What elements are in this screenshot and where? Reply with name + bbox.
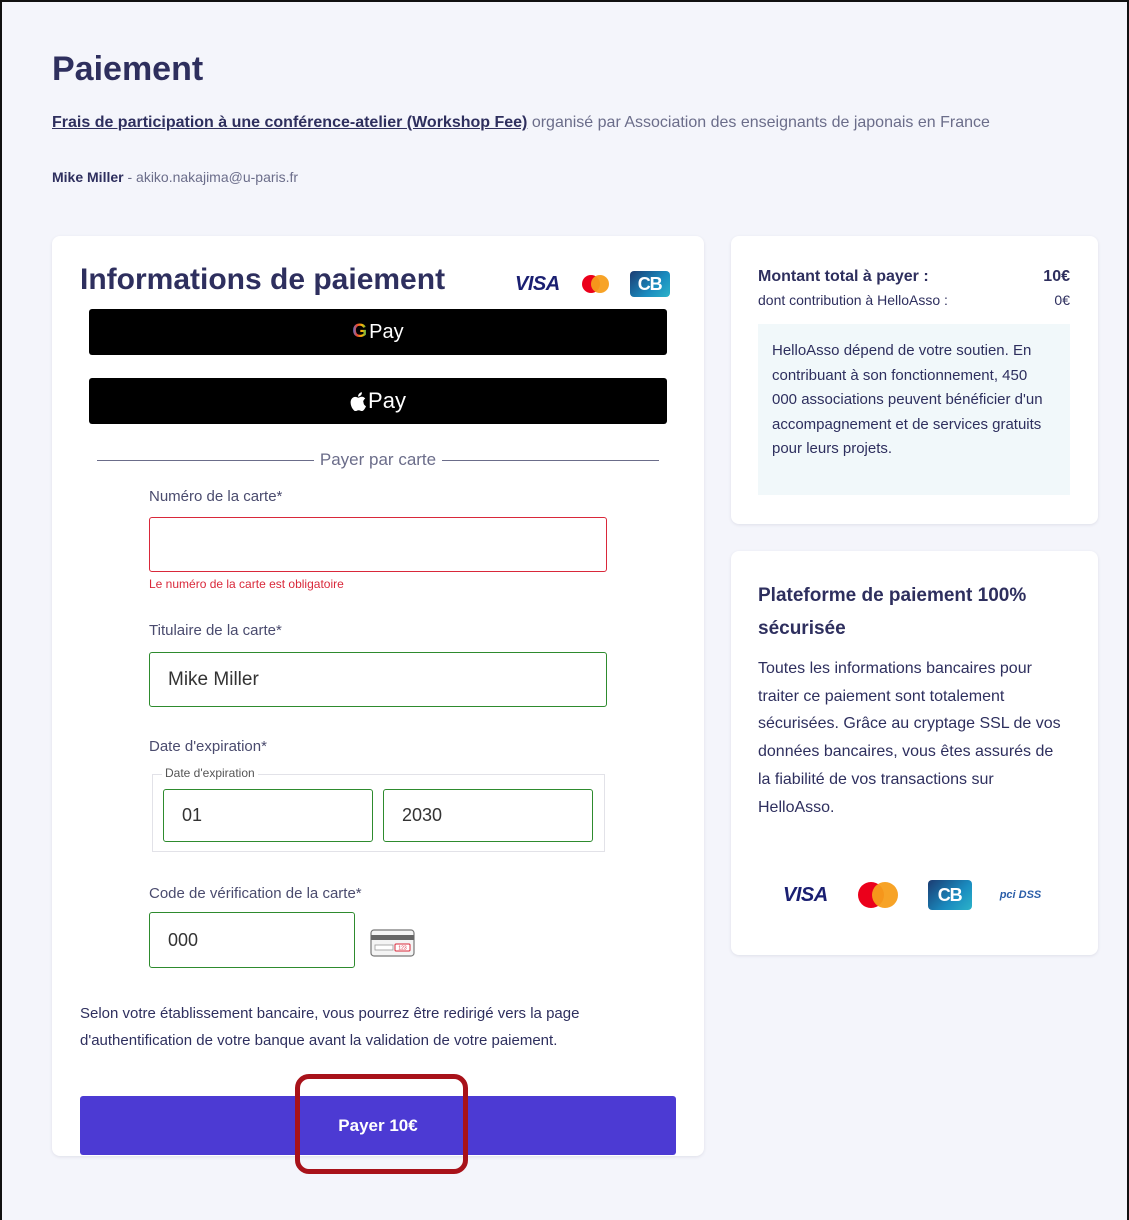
pay-by-card-divider: Payer par carte (97, 450, 660, 470)
pci-dss-icon: pci DSS (999, 889, 1042, 901)
cb-icon: CB (629, 271, 670, 297)
payment-card: Informations de paiement VISA CB G Pay Pa… (52, 236, 704, 1156)
google-g-icon: G (352, 321, 368, 342)
contribution-row: dont contribution à HelloAsso : 0€ (758, 292, 1070, 308)
card-number-label: Numéro de la carte* (149, 488, 283, 505)
cvv-card-icon: 123 (370, 929, 415, 957)
svg-text:123: 123 (398, 946, 407, 952)
visa-icon: VISA (783, 883, 828, 906)
card-brands: VISA CB (515, 271, 670, 297)
event-description: Frais de participation à une conférence-… (52, 109, 1102, 136)
total-row: Montant total à payer : 10€ (758, 268, 1070, 286)
contribution-value: 0€ (1054, 292, 1070, 308)
expiry-month-input[interactable]: 01 (163, 789, 373, 842)
cb-icon: CB (927, 880, 972, 910)
total-card: Montant total à payer : 10€ dont contrib… (731, 236, 1098, 524)
pay-button[interactable]: Payer 10€ (80, 1096, 676, 1155)
card-holder-input[interactable]: Mike Miller (149, 652, 607, 707)
security-text: Toutes les informations bancaires pour t… (758, 660, 1061, 816)
total-value: 10€ (1043, 268, 1070, 285)
divider-label: Payer par carte (319, 450, 437, 469)
google-pay-button[interactable]: G Pay (89, 309, 667, 355)
total-label: Montant total à payer : (758, 268, 929, 285)
security-logos: VISA CB pci DSS (783, 880, 1041, 910)
mastercard-icon (578, 273, 612, 295)
cvv-label: Code de vérification de la carte* (149, 885, 362, 902)
card-holder-label: Titulaire de la carte* (149, 622, 282, 639)
expiry-legend: Date d'expiration (162, 766, 258, 780)
page-title: Paiement (52, 50, 204, 88)
buyer-email: - akiko.nakajima@u-paris.fr (123, 169, 299, 185)
apple-pay-button[interactable]: Pay (89, 378, 667, 424)
bank-redirect-notice: Selon votre établissement bancaire, vous… (80, 1005, 580, 1049)
security-card: Plateforme de paiement 100% sécurisée To… (731, 551, 1098, 955)
visa-icon: VISA (515, 272, 560, 295)
card-number-input[interactable] (149, 517, 607, 572)
mastercard-icon (856, 880, 900, 910)
apple-pay-label: Pay (368, 388, 406, 413)
organizer-text: organisé par Association des enseignants… (527, 114, 990, 131)
event-link[interactable]: Frais de participation à une conférence-… (52, 114, 527, 131)
cvv-input[interactable]: 000 (149, 912, 355, 968)
contribution-label: dont contribution à HelloAsso : (758, 292, 948, 308)
google-pay-label: Pay (369, 320, 404, 343)
expiry-label: Date d'expiration* (149, 738, 267, 755)
card-number-error: Le numéro de la carte est obligatoire (149, 577, 344, 591)
buyer-info: Mike Miller - akiko.nakajima@u-paris.fr (52, 169, 298, 185)
support-message: HelloAsso dépend de votre soutien. En co… (758, 324, 1070, 495)
payment-title: Informations de paiement (80, 263, 446, 296)
security-title: Plateforme de paiement 100% sécurisée (758, 585, 1027, 639)
expiry-year-input[interactable]: 2030 (383, 789, 593, 842)
buyer-name: Mike Miller (52, 169, 124, 185)
apple-icon (350, 391, 367, 411)
